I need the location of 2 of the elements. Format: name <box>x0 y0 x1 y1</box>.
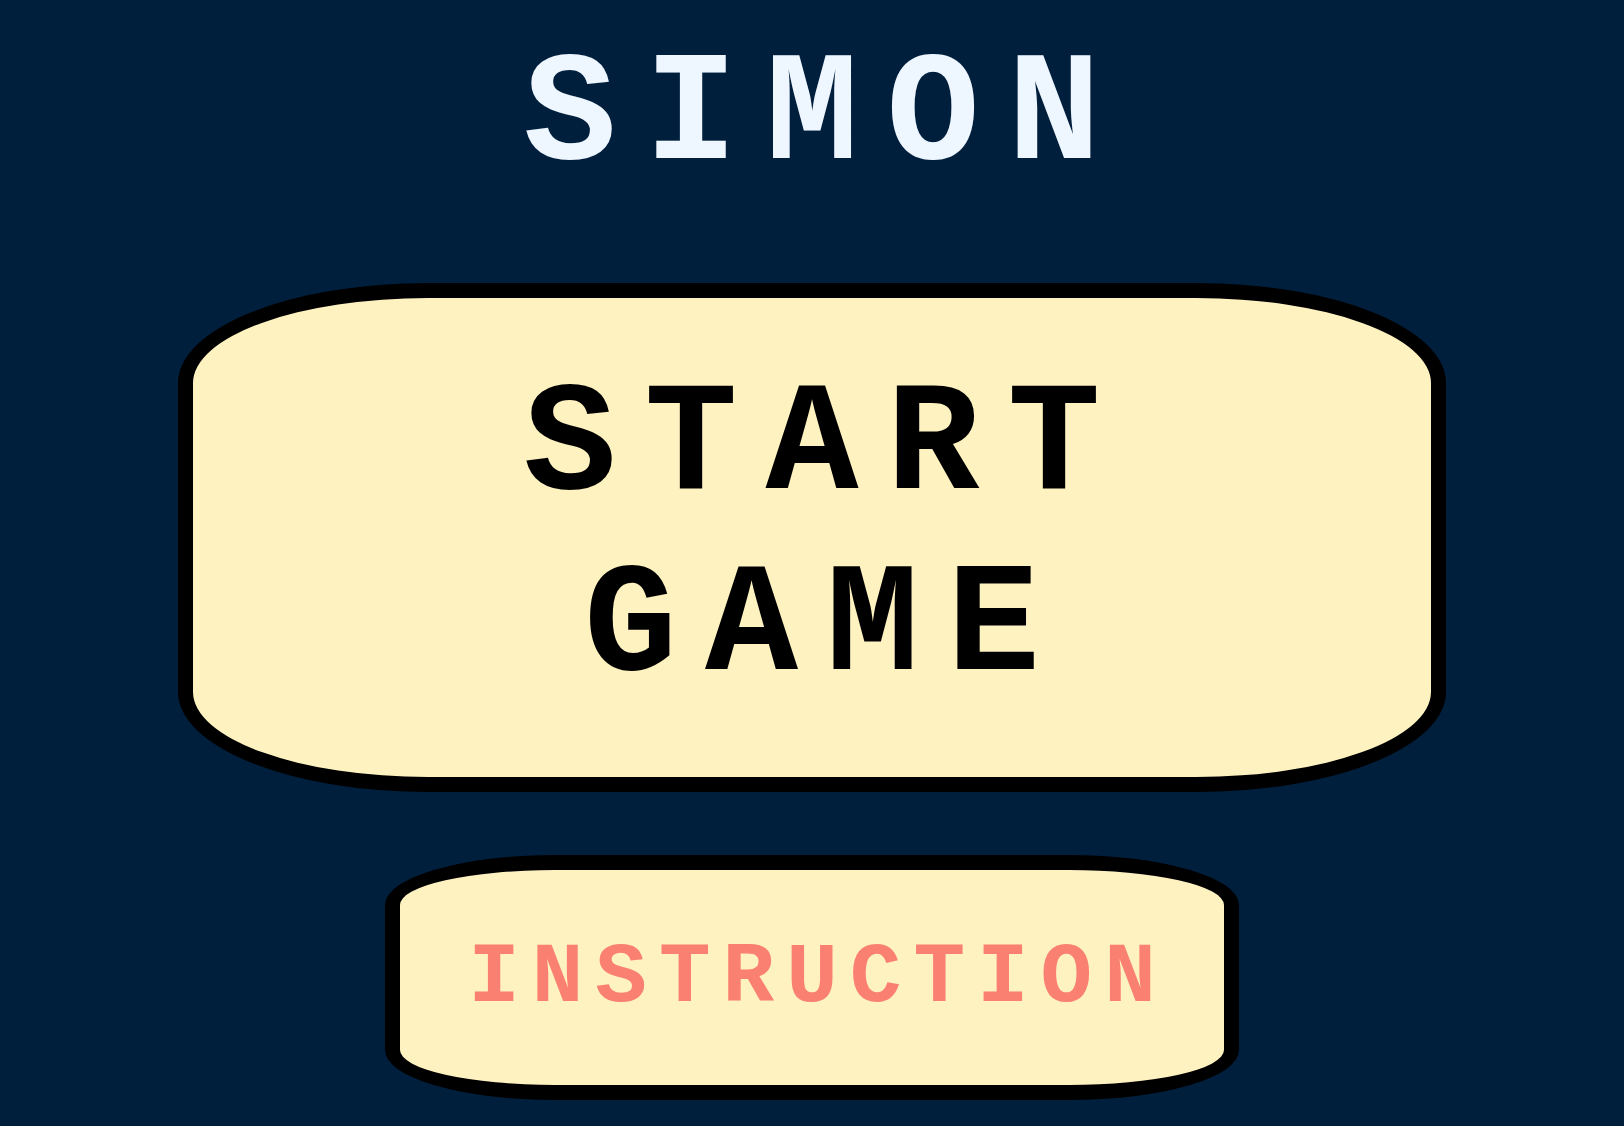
start-game-button[interactable]: START GAME <box>178 283 1446 792</box>
game-title: SIMON <box>522 40 1129 195</box>
